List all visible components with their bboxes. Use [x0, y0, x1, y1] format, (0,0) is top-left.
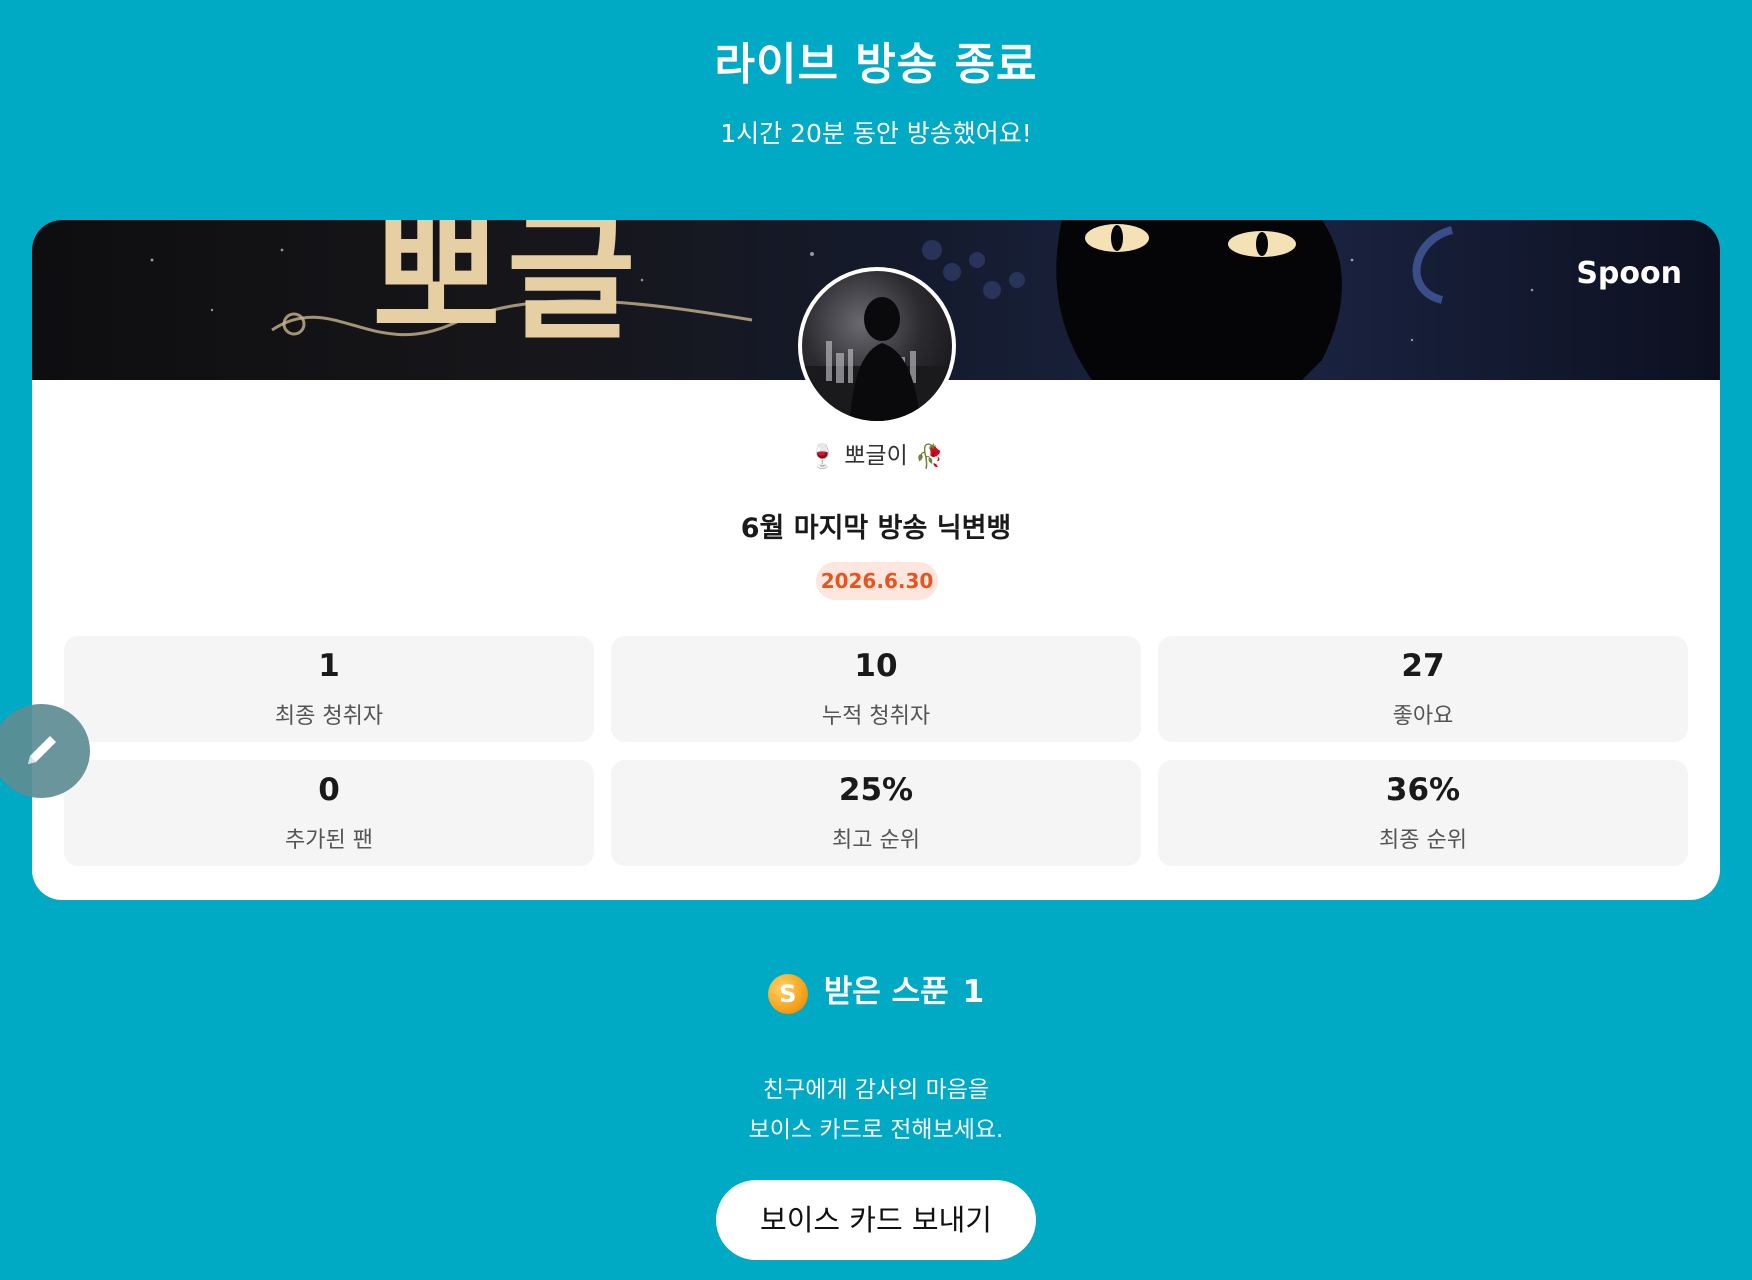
send-voice-card-button[interactable]: 보이스 카드 보내기	[716, 1180, 1036, 1260]
broadcast-summary-card: 뽀글 Spoon 🍷 뽀글이 🥀 6월 마지막 방송 닉변뱅 2026.6.30	[32, 220, 1720, 900]
stat-final-listeners: 1 최종 청취자	[64, 636, 594, 742]
wilted-rose-icon: 🥀	[915, 444, 944, 470]
stat-likes: 27 좋아요	[1158, 636, 1688, 742]
stat-value: 36%	[1385, 772, 1461, 808]
broadcast-duration: 1시간 20분 동안 방송했어요!	[720, 119, 1032, 148]
stat-value: 25%	[838, 772, 914, 808]
stat-label: 최종 순위	[1379, 828, 1467, 853]
received-spoons-label: 받은 스푼	[823, 974, 949, 1010]
stat-label: 추가된 팬	[285, 828, 373, 853]
date-badge: 2026.6.30	[816, 562, 938, 600]
stat-new-fans: 0 추가된 팬	[64, 760, 594, 866]
live-title: 6월 마지막 방송 닉변뱅	[740, 513, 1012, 544]
live-end-screen: 라이브 방송 종료 1시간 20분 동안 방송했어요! 뽀글 Spoon 🍷 뽀…	[0, 0, 1752, 1280]
stat-value: 0	[318, 772, 340, 808]
stat-label: 좋아요	[1392, 704, 1454, 729]
stat-value: 1	[318, 648, 340, 684]
nickname-text: 뽀글이	[844, 443, 908, 469]
stat-total-listeners: 10 누적 청취자	[611, 636, 1141, 742]
avatar-photo	[802, 297, 952, 421]
received-spoons-count: 1	[962, 974, 985, 1010]
received-spoons: S 받은 스푼 1	[0, 966, 1752, 1014]
voice-card-prompt: 친구에게 감사의 마음을 보이스 카드로 전해보세요.	[0, 1070, 1752, 1150]
spoon-logo: Spoon	[1576, 256, 1682, 291]
voice-card-prompt-line1: 친구에게 감사의 마음을	[762, 1077, 990, 1103]
stat-label: 누적 청취자	[821, 704, 931, 729]
stat-value: 10	[854, 648, 898, 684]
wine-glass-icon: 🍷	[808, 444, 837, 470]
avatar[interactable]	[798, 267, 956, 425]
spoon-coin-icon: S	[767, 973, 808, 1014]
stat-best-rank: 25% 최고 순위	[611, 760, 1141, 866]
voice-card-prompt-line2: 보이스 카드로 전해보세요.	[748, 1117, 1004, 1143]
host-nickname: 🍷 뽀글이 🥀	[32, 436, 1720, 470]
page-title: 라이브 방송 종료	[714, 39, 1038, 90]
pencil-icon	[28, 736, 56, 764]
stat-label: 최종 청취자	[274, 704, 384, 729]
stat-value: 27	[1401, 648, 1445, 684]
stat-label: 최고 순위	[832, 828, 920, 853]
banner-title-text: 뽀글	[372, 220, 642, 360]
stat-final-rank: 36% 최종 순위	[1158, 760, 1688, 866]
